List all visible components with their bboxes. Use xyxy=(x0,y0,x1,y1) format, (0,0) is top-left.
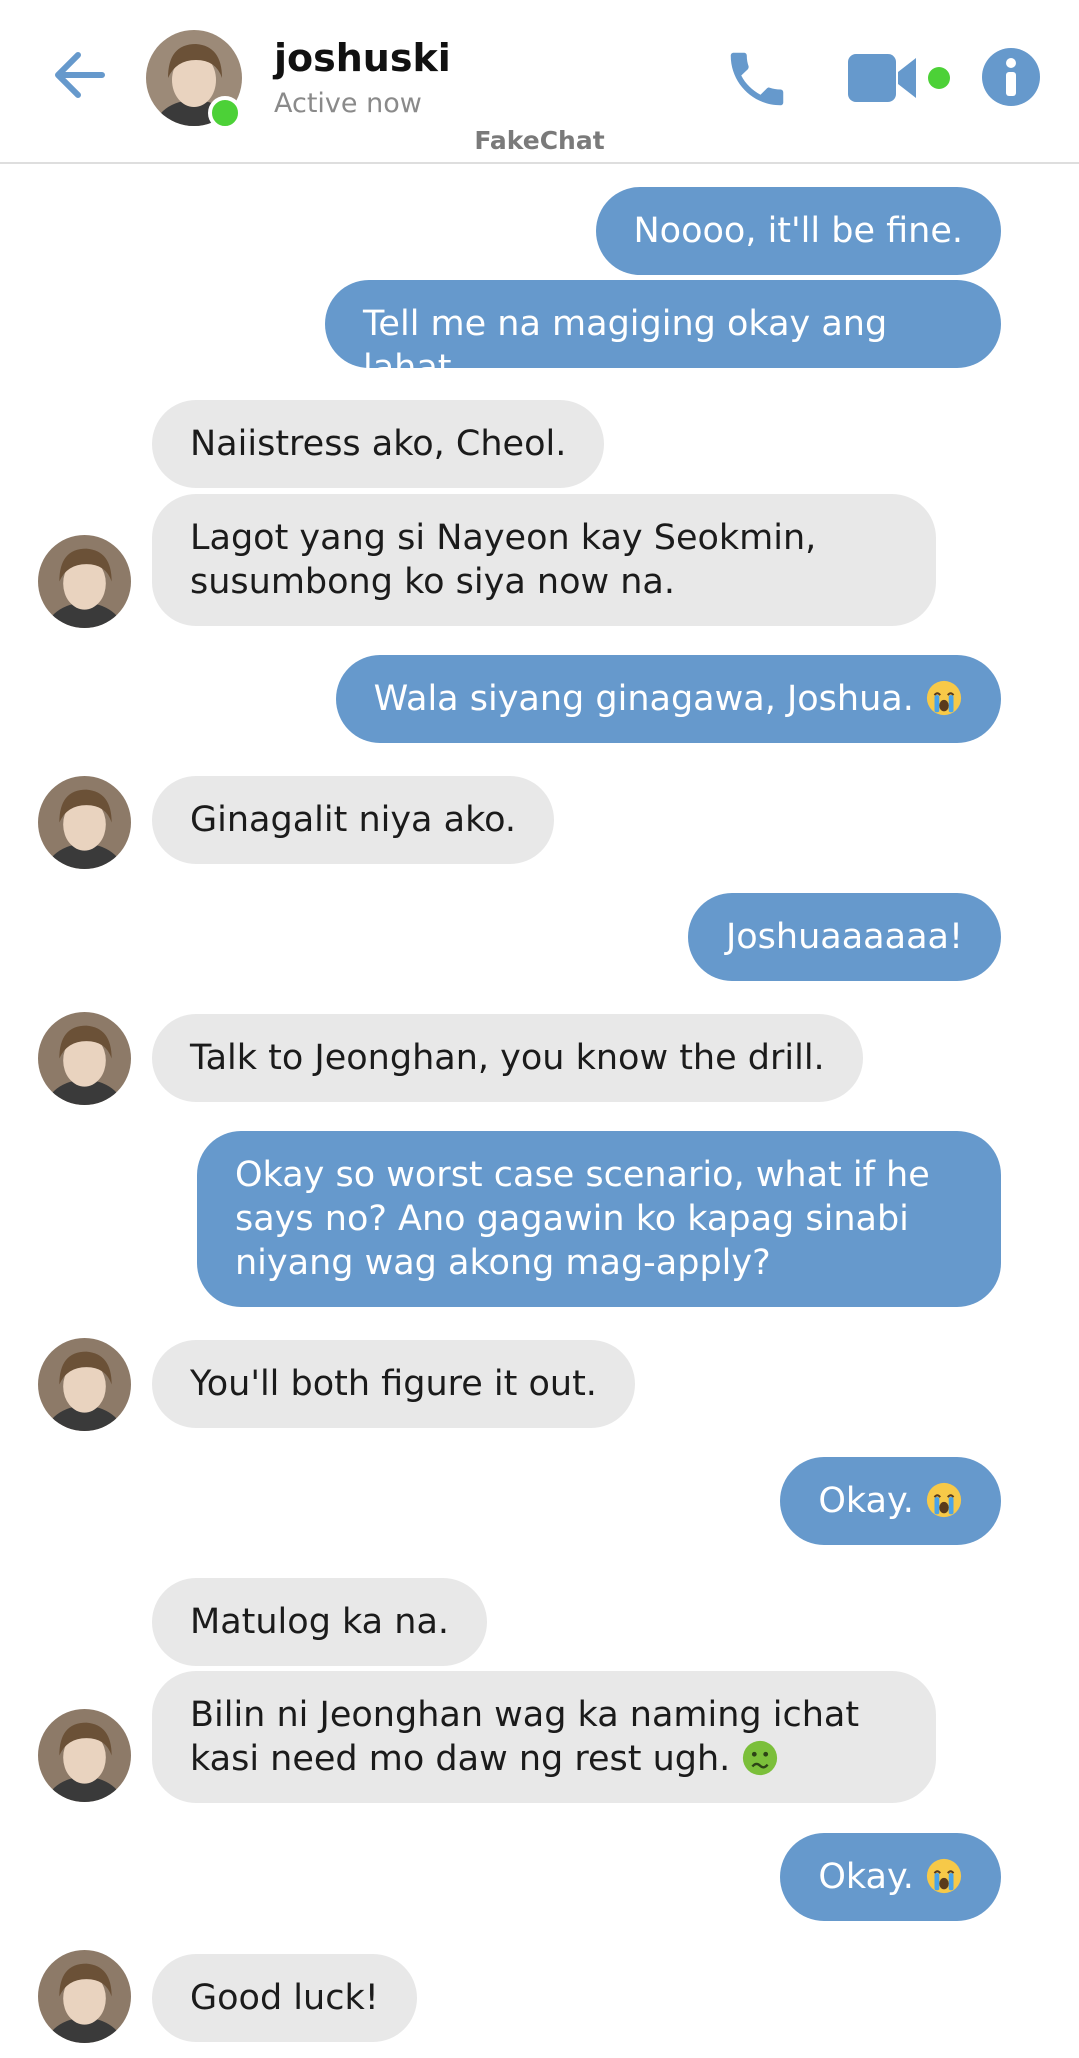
message-text: Noooo, it'll be fine. xyxy=(633,211,964,251)
message-text: Talk to Jeonghan, you know the drill. xyxy=(190,1038,825,1078)
incoming-message[interactable]: You'll both figure it out. xyxy=(152,1340,635,1428)
sender-avatar[interactable] xyxy=(38,1012,131,1105)
online-status-dot xyxy=(208,96,242,130)
video-camera-icon[interactable] xyxy=(848,50,926,106)
incoming-message[interactable]: Ginagalit niya ako. xyxy=(152,776,555,864)
nauseated-emoji-icon xyxy=(743,1740,778,1776)
message-text: Okay so worst case scenario, what if he … xyxy=(235,1155,930,1283)
outgoing-message[interactable]: Okay. xyxy=(780,1457,1001,1545)
incoming-message[interactable]: Good luck! xyxy=(152,1954,417,2042)
app-brand: FakeChat xyxy=(474,126,605,155)
message-text: Good luck! xyxy=(190,1978,379,2018)
message-text: Tell me na magiging okay ang lahat. xyxy=(363,304,899,388)
message-text: Joshuaaaaaa! xyxy=(725,917,963,957)
chat-header: joshuski Active now FakeChat xyxy=(0,0,1079,164)
sender-avatar[interactable] xyxy=(38,1709,131,1802)
message-text: You'll both figure it out. xyxy=(190,1364,597,1404)
sender-avatar[interactable] xyxy=(38,535,131,628)
outgoing-message[interactable]: Joshuaaaaaa! xyxy=(687,893,1001,981)
outgoing-message[interactable]: Wala siyang ginagawa, Joshua. xyxy=(335,655,1001,743)
back-arrow-icon[interactable] xyxy=(50,45,110,105)
message-text: Okay. xyxy=(818,1481,914,1521)
sender-avatar[interactable] xyxy=(38,1338,131,1431)
outgoing-message[interactable]: Okay so worst case scenario, what if he … xyxy=(197,1131,1001,1307)
crying-emoji-icon xyxy=(926,1858,962,1894)
incoming-message[interactable]: Naiistress ako, Cheol. xyxy=(152,400,605,488)
message-text: Ginagalit niya ako. xyxy=(190,800,517,840)
message-text: Wala siyang ginagawa, Joshua. xyxy=(373,679,914,719)
outgoing-message[interactable]: Okay. xyxy=(780,1833,1001,1921)
message-text: Matulog ka na. xyxy=(190,1602,450,1642)
message-text: Okay. xyxy=(818,1857,914,1897)
outgoing-message[interactable]: Noooo, it'll be fine. xyxy=(595,187,1001,275)
info-icon[interactable] xyxy=(982,48,1040,106)
contact-name: joshuski xyxy=(274,36,451,80)
sender-avatar[interactable] xyxy=(38,776,131,869)
outgoing-message[interactable]: Tell me na magiging okay ang lahat. xyxy=(325,280,1001,388)
message-text: Naiistress ako, Cheol. xyxy=(190,424,567,464)
phone-icon[interactable] xyxy=(722,44,792,114)
message-text: Lagot yang si Nayeon kay Seokmin, susumb… xyxy=(190,518,817,602)
crying-emoji-icon xyxy=(926,680,962,716)
incoming-message[interactable]: Bilin ni Jeonghan wag ka naming ichat ka… xyxy=(152,1671,936,1803)
incoming-message[interactable]: Matulog ka na. xyxy=(152,1578,488,1666)
sender-avatar[interactable] xyxy=(38,1950,131,2043)
incoming-message[interactable]: Lagot yang si Nayeon kay Seokmin, susumb… xyxy=(152,494,936,626)
presence-status: Active now xyxy=(274,88,422,119)
video-active-dot xyxy=(928,67,950,89)
crying-emoji-icon xyxy=(926,1482,962,1518)
incoming-message[interactable]: Talk to Jeonghan, you know the drill. xyxy=(152,1014,863,1102)
